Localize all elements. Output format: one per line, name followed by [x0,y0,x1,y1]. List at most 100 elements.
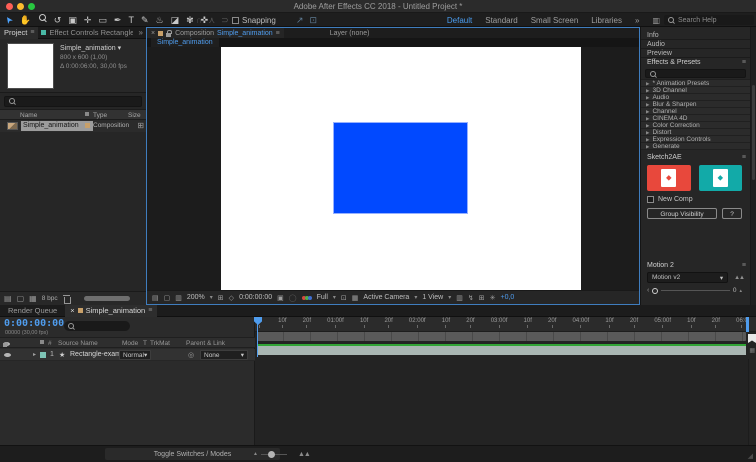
transparency-grid-icon[interactable]: ▦ [352,294,359,302]
comp-canvas[interactable] [221,47,581,290]
column-parent-link[interactable]: Parent & Link [186,340,225,347]
tab-composition[interactable]: × Composition Simple_animation ≡ [147,28,284,38]
chevron-down-icon[interactable]: ▾ [414,294,417,301]
mini-flowchart-icon[interactable]: ⊞ [479,294,485,302]
chevron-down-icon[interactable]: ▾ [333,294,336,301]
tab-layer[interactable]: Layer (none) [330,30,370,37]
panel-overflow-icon[interactable]: » [136,28,146,37]
column-number[interactable]: # [48,340,52,347]
horizontal-scrollbar[interactable] [84,296,130,301]
help-button[interactable]: ? [722,208,742,219]
eraser-tool[interactable]: ◪ [171,13,180,27]
workspace-bar-icon[interactable]: ▥ [652,16,660,25]
layer-label-swatch[interactable] [40,352,46,358]
collapsed-arrow-icon[interactable]: ▶ [646,122,649,129]
layer-expander-icon[interactable]: ▸ [33,351,36,358]
collapsed-arrow-icon[interactable]: ▶ [646,108,649,115]
roto-brush-tool[interactable]: ✾ [186,13,194,27]
chevron-down-icon[interactable]: ▾ [448,294,451,301]
tab-effect-controls[interactable]: Effect Controls Rectangle-examp [38,28,135,37]
slider-track[interactable] [661,290,730,291]
panel-preview[interactable]: Preview [641,49,750,58]
channels-icon[interactable] [302,296,312,300]
slider-value[interactable]: 0 [733,287,737,294]
collapsed-arrow-icon[interactable]: ▶ [646,115,649,122]
group-visibility-button[interactable]: Group Visibility [647,208,717,219]
panel-info[interactable]: Info [641,31,750,40]
composition-viewer[interactable] [147,47,639,290]
magnification-dropdown[interactable]: 200% [187,294,205,301]
sketch-import-button[interactable]: ⬥ [647,165,691,191]
mask-visibility-icon[interactable]: ◇ [229,294,234,302]
timeline-vertical-scrollbar[interactable] [748,359,756,445]
slider-knob[interactable] [652,288,658,294]
mountains-icon[interactable]: ▲▲ [734,275,744,281]
grid-guides-icon[interactable]: ⊞ [218,294,224,302]
work-area-bar[interactable] [257,332,746,341]
panel-menu-icon[interactable]: ≡ [742,261,746,270]
tab-project[interactable]: Project ≡ [0,27,38,39]
motion2-header[interactable]: Motion 2 ≡ [641,261,750,270]
shape-tool[interactable]: ▭ [98,13,107,27]
brush-tool[interactable]: ✎ [141,13,149,27]
subtab-simple-animation[interactable]: Simple_animation [151,38,219,47]
panel-menu-icon[interactable]: ≡ [30,29,34,36]
effects-search-input[interactable] [645,69,746,78]
rotation-tool[interactable]: ↺ [54,13,62,27]
panel-menu-icon[interactable]: ≡ [148,307,152,314]
parent-pickwhip-icon[interactable]: ◎ [188,351,194,359]
type-tool[interactable]: T [128,13,134,27]
snap-edges-icon[interactable]: ↗ [296,13,304,27]
motion-preset-dropdown[interactable]: Motion v2 ▾ [647,272,728,283]
camera-view-dropdown[interactable]: Active Camera [363,294,409,301]
bit-depth-label[interactable]: 8 bpc [42,295,58,302]
column-source-name[interactable]: Source Name [58,340,98,347]
new-folder-icon[interactable]: ▢ [17,294,25,303]
label-column-icon[interactable] [85,112,89,116]
collapsed-arrow-icon[interactable]: ▶ [646,80,649,87]
collapsed-arrow-icon[interactable]: ▶ [646,143,649,150]
workspace-libraries[interactable]: Libraries [591,16,622,25]
snapping-checkbox[interactable] [232,17,239,24]
zoom-tool[interactable] [38,13,47,27]
snap-grid-icon[interactable]: ⊡ [310,13,318,27]
collapsed-arrow-icon[interactable]: ▶ [646,87,649,94]
clone-stamp-tool[interactable]: ♨ [155,13,163,27]
lock-icon[interactable] [166,30,172,37]
timeline-zoom-knob[interactable] [268,451,275,458]
collapsed-arrow-icon[interactable]: ▶ [646,101,649,108]
region-of-interest-icon[interactable]: ⊡ [341,294,347,302]
pan-behind-tool[interactable]: ✛ [84,13,92,27]
workspace-standard[interactable]: Standard [485,16,517,25]
blend-mode-dropdown[interactable]: Normal ▾ [119,350,151,360]
interpret-footage-icon[interactable]: ▤ [4,294,12,303]
timeline-track-area[interactable]: 0f10f20f01:00f10f20f02:00f10f20f03:00f10… [255,317,756,445]
layer-row[interactable]: ▸ 1 ★ Rectangle-example Normal ▾ ◎ None … [0,349,255,361]
resolution-dropdown[interactable]: Full [317,294,328,301]
chevron-down-icon[interactable]: ▾ [210,294,213,301]
panel-menu-icon[interactable]: ≡ [276,30,280,37]
chevron-left-icon[interactable]: ‹ [647,287,649,294]
layer-duration-bar[interactable] [257,346,746,355]
effects-presets-header[interactable]: Effects & Presets ≡ [641,58,750,67]
column-size[interactable]: Size [128,112,141,119]
slider-increment-icon[interactable]: ▴ [739,288,742,294]
column-mode[interactable]: Mode [122,340,138,347]
parent-link-dropdown[interactable]: None ▾ [200,350,248,360]
new-composition-icon[interactable]: ▦ [29,294,37,303]
project-list-empty-area[interactable] [0,132,146,291]
workspace-small-screen[interactable]: Small Screen [531,16,579,25]
view-layout-dropdown[interactable]: 1 View [422,294,443,301]
column-trkmat[interactable]: TrkMat [150,340,170,347]
tab-render-queue[interactable]: Render Queue [0,306,65,315]
pixel-aspect-icon[interactable]: ▥ [456,294,463,302]
viewer-lock-icon[interactable]: ▤ [152,294,159,302]
snapshot-camera-icon[interactable]: ▣ [277,294,284,302]
zoom-out-mountain-icon[interactable]: ▲ [253,451,258,457]
timeline-search-input[interactable] [64,321,130,331]
hand-tool[interactable]: ✋ [20,13,31,27]
column-name[interactable]: Name [20,112,37,119]
zoom-in-mountains-icon[interactable]: ▲▲ [298,451,310,458]
marker-bin-icon[interactable]: ▦ [749,347,755,354]
panel-audio[interactable]: Audio [641,40,750,49]
